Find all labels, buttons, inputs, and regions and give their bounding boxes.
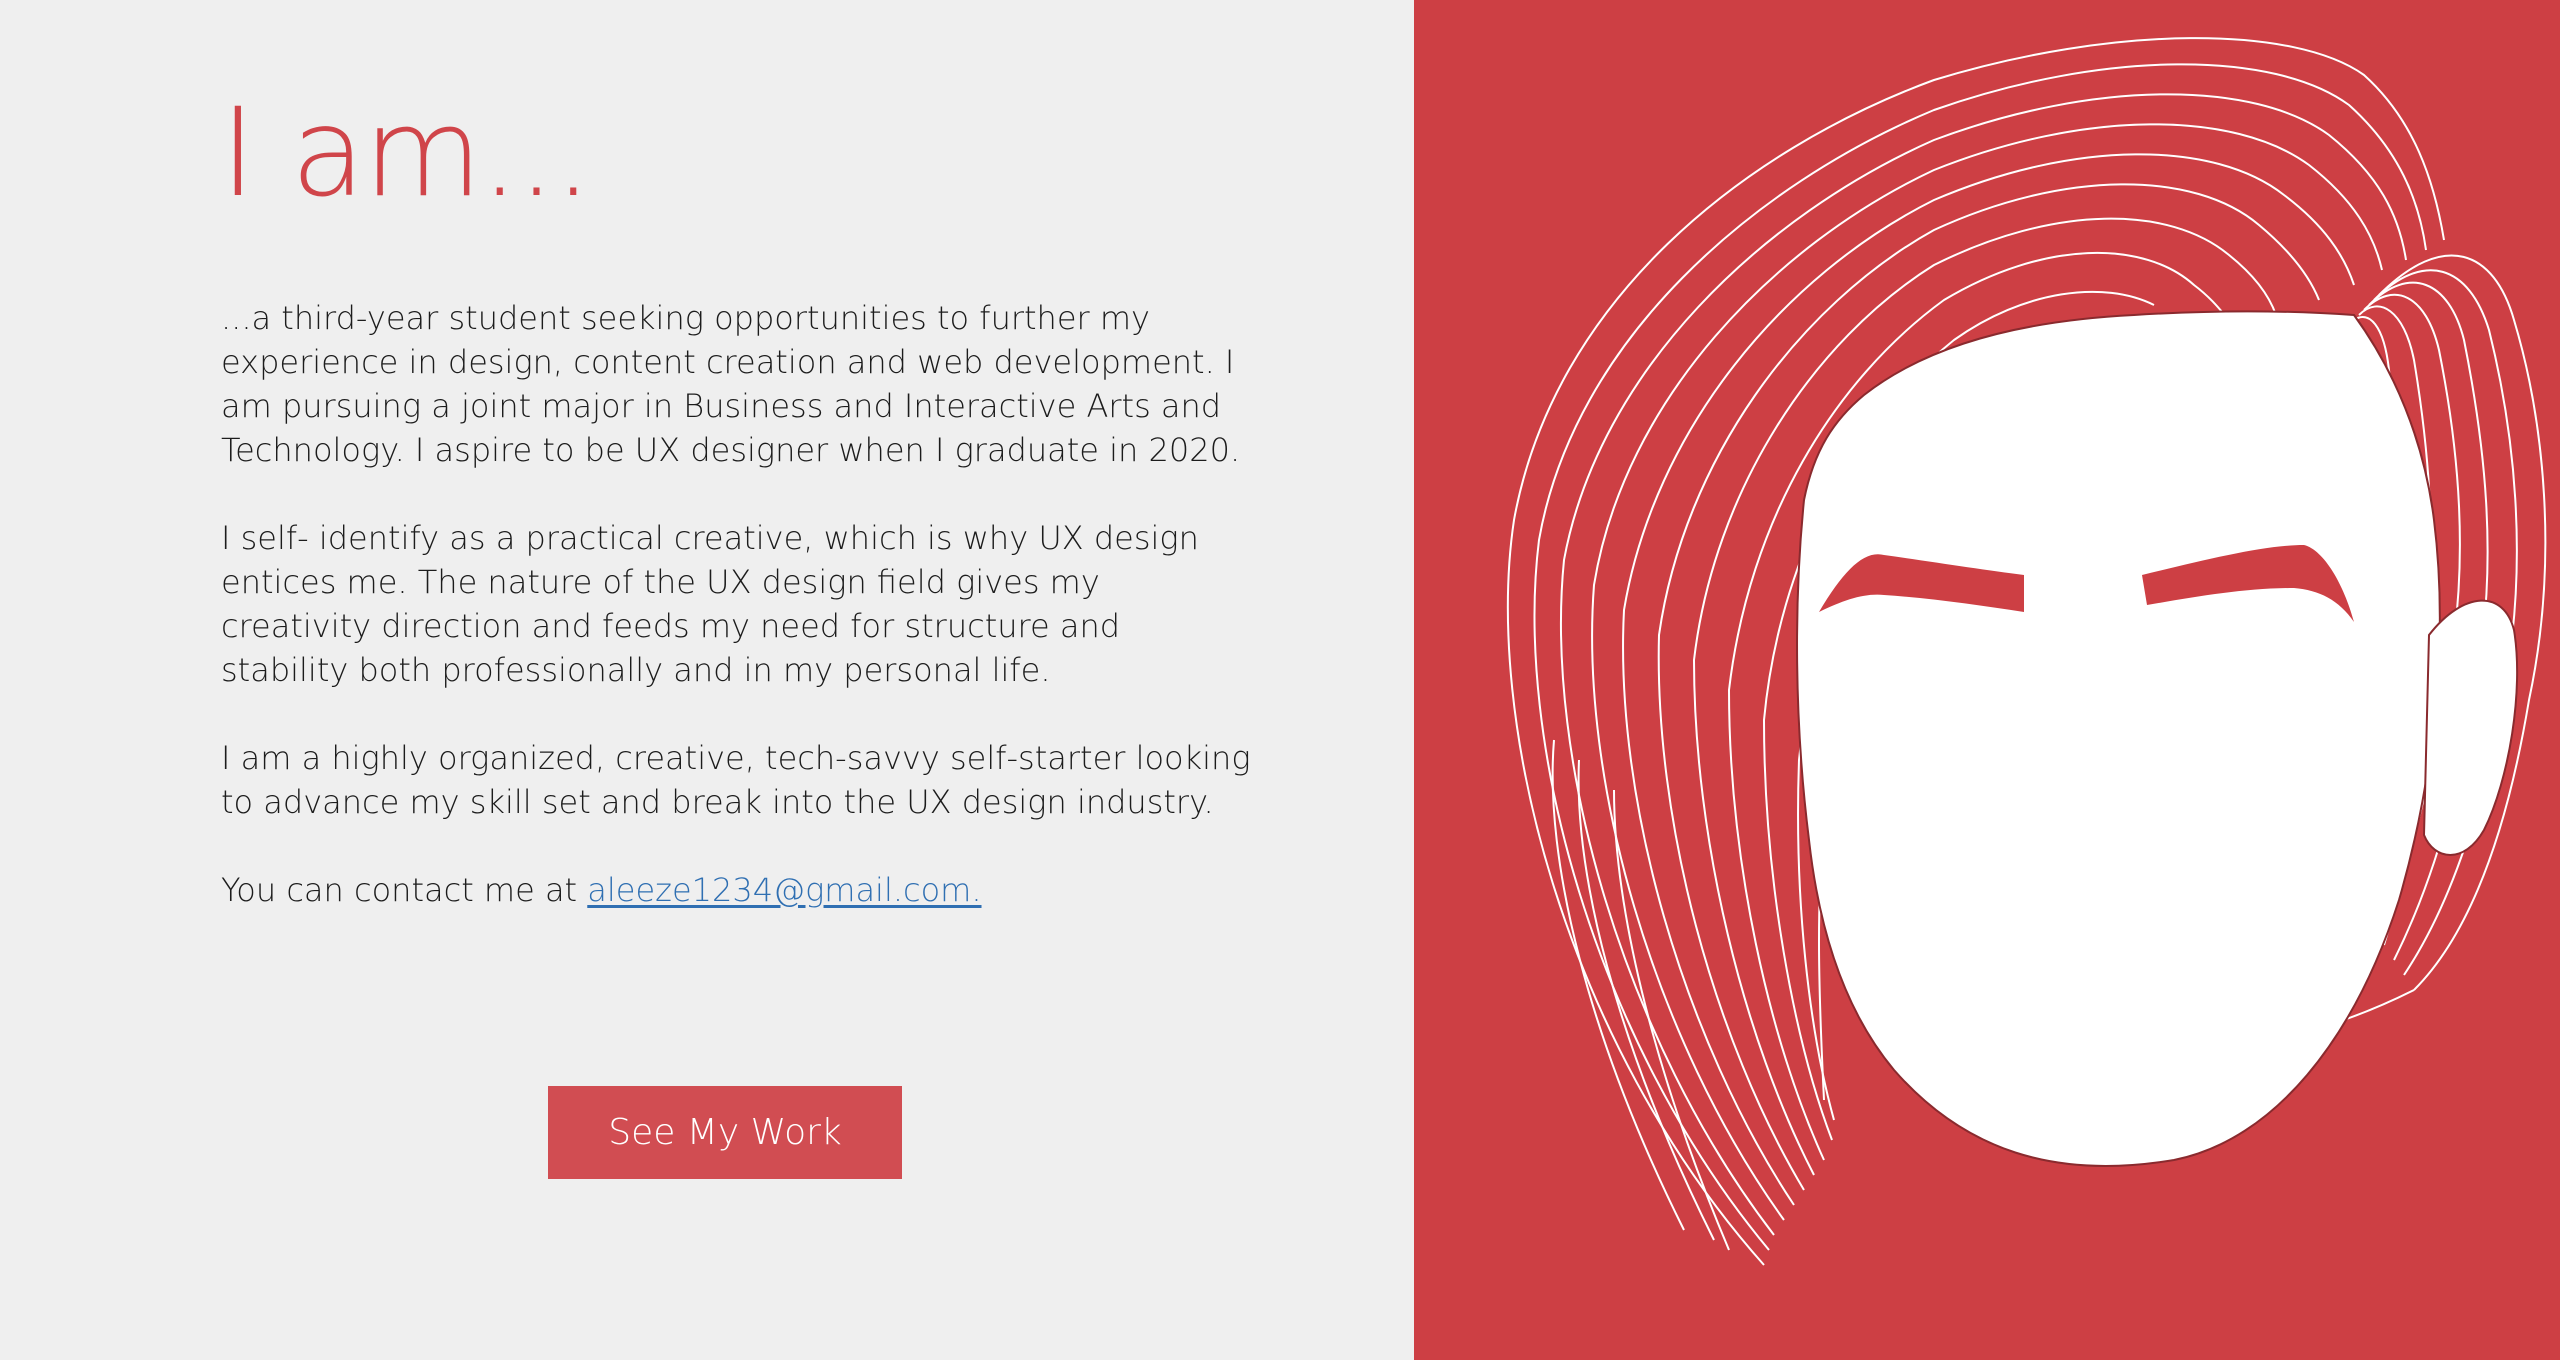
bio-paragraph-1: ...a third-year student seeking opportun…	[221, 299, 1241, 469]
face-portrait-illustration	[1506, 37, 2547, 1266]
face-shape-icon	[1796, 310, 2441, 1167]
page-title: I am...	[220, 82, 593, 224]
about-panel: I am... ...a third-year student seeking …	[0, 0, 1414, 1360]
contact-prefix: You can contact me at	[221, 871, 588, 909]
bio-section: ...a third-year student seeking opportun…	[221, 296, 1251, 956]
bio-paragraph-2: I self- identify as a practical creative…	[221, 519, 1199, 689]
illustration-panel	[1414, 0, 2560, 1360]
bio-paragraph-3: I am a highly organized, creative, tech-…	[221, 739, 1251, 821]
see-my-work-button[interactable]: See My Work	[548, 1086, 902, 1179]
contact-line: You can contact me at aleeze1234@gmail.c…	[221, 868, 1251, 912]
email-link[interactable]: aleeze1234@gmail.com.	[587, 871, 981, 909]
